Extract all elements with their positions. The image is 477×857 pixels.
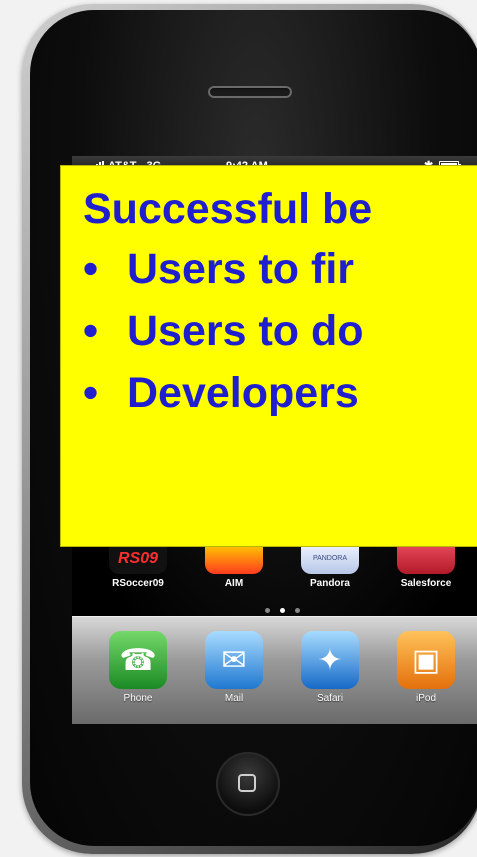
page-dot (264, 608, 270, 613)
overlay-title: Successful be (83, 185, 373, 233)
overlay-bullet: • Users to do (83, 300, 477, 362)
app-rsoccer09[interactable]: RS09 RSoccer09 (103, 544, 173, 589)
dock-row: ☎ Phone ✉ Mail ✦ Safari ▣ iPod (72, 631, 477, 704)
app-label: RSoccer09 (112, 578, 164, 589)
app-label: Salesforce (400, 578, 452, 589)
bullet-text: Users to do (127, 307, 364, 355)
pandora-icon: PANDORA (301, 544, 359, 574)
slide-text-overlay: Successful be • Users to fir • Users to do… (60, 165, 477, 547)
bullet-icon: • (83, 369, 99, 417)
bullet-text: Developers (127, 369, 359, 417)
overlay-bullet: • Users to fir (83, 238, 477, 300)
phone-icon: ☎ (109, 631, 167, 689)
earpiece-speaker (208, 86, 292, 98)
ipod-icon: ▣ (397, 631, 455, 689)
bullet-icon: • (83, 307, 99, 355)
home-square-icon (238, 774, 256, 792)
mail-icon: ✉ (205, 631, 263, 689)
aim-icon (205, 544, 263, 574)
app-row: RS09 RSoccer09 AIM PANDORA Pandora Sales… (72, 544, 477, 589)
app-label: Phone (123, 693, 153, 704)
dock-ipod[interactable]: ▣ iPod (391, 631, 461, 704)
dock-mail[interactable]: ✉ Mail (199, 631, 269, 704)
overlay-bullet: • Developers (83, 362, 477, 424)
app-label: Safari (316, 693, 344, 704)
app-pandora[interactable]: PANDORA Pandora (295, 544, 365, 589)
bullet-text: Users to fir (127, 245, 355, 293)
app-label: Mail (224, 693, 244, 704)
app-aim[interactable]: AIM (199, 544, 269, 589)
app-label: Pandora (309, 578, 350, 589)
salesforce-icon (397, 544, 455, 574)
app-salesforce[interactable]: Salesforce (391, 544, 461, 589)
safari-icon: ✦ (301, 631, 359, 689)
dock: ☎ Phone ✉ Mail ✦ Safari ▣ iPod (72, 616, 477, 724)
app-label: iPod (415, 693, 436, 704)
rsoccer-icon: RS09 (109, 544, 167, 574)
page-dot-active (279, 608, 285, 613)
home-button[interactable] (216, 752, 280, 816)
bullet-icon: • (83, 245, 99, 293)
dock-safari[interactable]: ✦ Safari (295, 631, 365, 704)
app-label: AIM (224, 578, 244, 589)
dock-phone[interactable]: ☎ Phone (103, 631, 173, 704)
page-dot (294, 608, 300, 613)
